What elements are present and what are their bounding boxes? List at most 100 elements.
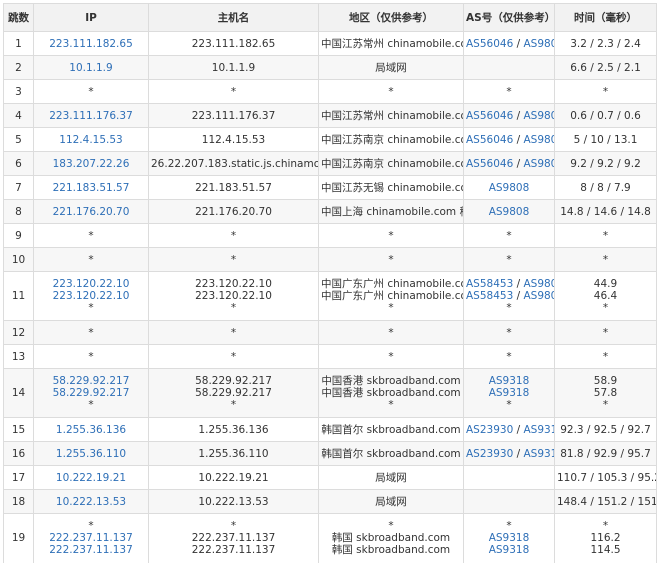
as-cell: AS56046 / AS9808	[463, 151, 555, 176]
as-link[interactable]: AS23930	[466, 424, 513, 436]
latency-cell: 0.6 / 0.7 / 0.6	[554, 103, 657, 128]
as-link[interactable]: AS9808	[523, 158, 553, 170]
ip-link[interactable]: 221.176.20.70	[36, 206, 146, 218]
as-link[interactable]: AS56046	[466, 158, 513, 170]
as-link[interactable]: AS56046	[466, 38, 513, 50]
latency-cell: 58.9 57.8 *	[554, 368, 657, 418]
table-row: 8 221.176.20.70 221.176.20.70 中国上海 chinamob…	[3, 199, 657, 224]
as-link[interactable]: AS58453	[466, 278, 513, 290]
as-line: AS9808	[466, 182, 552, 194]
as-link[interactable]: AS9318	[489, 532, 530, 544]
hop-cell: 18	[3, 489, 34, 514]
ip-link[interactable]: 183.207.22.26	[36, 158, 146, 170]
as-link[interactable]: AS56046	[466, 134, 513, 146]
ip-link[interactable]: 222.237.11.137	[36, 544, 146, 556]
hostname-text: 223.111.176.37	[191, 109, 276, 122]
geo-text: *	[388, 520, 394, 533]
ip-link[interactable]: 223.111.176.37	[36, 110, 146, 122]
as-link[interactable]: AS23930	[466, 448, 513, 460]
latency-text: *	[602, 253, 609, 266]
latency-cell: *	[554, 344, 657, 369]
as-cell: AS58453 / AS9808AS58453 / AS9808*	[463, 271, 555, 321]
latency-text: 114.5	[590, 544, 621, 557]
as-cell: *	[463, 247, 555, 272]
hop-cell: 16	[3, 441, 34, 466]
as-line: AS56046 / AS9808	[466, 109, 554, 122]
ip-link[interactable]: 223.120.22.10	[36, 290, 146, 302]
latency-cell: 3.2 / 2.3 / 2.4	[554, 31, 657, 56]
ip-link[interactable]: 112.4.15.53	[36, 134, 146, 146]
hop-cell: 12	[3, 320, 34, 345]
hostname-cell: 10.222.13.53	[148, 489, 319, 514]
geo-text: *	[388, 399, 394, 411]
as-line: *	[466, 351, 552, 363]
as-link[interactable]: AS9808	[523, 278, 553, 290]
latency-cell: 92.3 / 92.5 / 92.7	[554, 417, 657, 442]
ip-link[interactable]: 223.111.182.65	[36, 38, 146, 50]
as-link[interactable]: AS9808	[523, 290, 553, 302]
geo-text: 中国香港 skbroadband.com	[321, 387, 461, 399]
ip-text: *	[88, 229, 94, 242]
hostname-text: 223.120.22.10	[195, 278, 272, 290]
hostname-cell: *	[148, 344, 319, 369]
geo-cell: 中国江苏南京 chinamobile.com 移动	[318, 151, 464, 176]
as-link[interactable]: AS56046	[466, 110, 513, 122]
as-link[interactable]: AS9318	[489, 544, 530, 556]
header-geo: 地区（仅供参考）	[318, 3, 464, 32]
as-link[interactable]: AS58453	[466, 290, 513, 302]
table-row: 5 112.4.15.53 112.4.15.53 中国江苏南京 chinamobil…	[3, 127, 657, 152]
as-line: AS9318	[466, 544, 552, 556]
hostname-cell: *	[148, 79, 319, 104]
geo-text: *	[388, 302, 394, 314]
as-cell	[463, 55, 555, 80]
as-cell: * AS9318 AS9318	[463, 513, 555, 563]
as-link[interactable]: AS9318	[523, 448, 553, 460]
table-row: 14 58.229.92.217 58.229.92.217 * 58.229.92.2…	[3, 368, 657, 418]
ip-link[interactable]: 58.229.92.217	[36, 387, 146, 399]
as-link[interactable]: AS9808	[523, 134, 553, 146]
geo-text: 中国广东广州 chinamobile.com 移动	[321, 290, 463, 302]
hostname-text: *	[230, 229, 237, 242]
hostname-text: 222.237.11.137	[191, 544, 276, 557]
as-link[interactable]: AS9318	[489, 387, 530, 399]
as-line: AS9318	[466, 375, 552, 387]
ip-link[interactable]: 222.237.11.137	[36, 532, 146, 544]
latency-text: 6.6 / 2.5 / 2.1	[570, 61, 641, 74]
ip-cell: 223.111.176.37	[33, 103, 149, 128]
latency-cell: 110.7 / 105.3 / 95.2	[554, 465, 657, 490]
as-line: AS9318	[466, 387, 552, 399]
ip-link[interactable]: 223.120.22.10	[36, 278, 146, 290]
as-separator: /	[513, 423, 524, 436]
ip-link[interactable]: 10.222.19.21	[36, 472, 146, 484]
as-link[interactable]: AS9808	[523, 110, 553, 122]
as-link[interactable]: AS9808	[523, 38, 553, 50]
ip-link[interactable]: 1.255.36.110	[36, 448, 146, 460]
header-hop: 跳数	[3, 3, 34, 32]
as-link[interactable]: AS9808	[489, 206, 530, 218]
ip-link[interactable]: 10.1.1.9	[36, 62, 146, 74]
as-separator: /	[513, 109, 524, 122]
as-link[interactable]: AS9318	[489, 375, 530, 387]
hop-cell: 11	[3, 271, 34, 321]
geo-text: 韩国 skbroadband.com	[331, 532, 451, 545]
ip-cell: *	[33, 223, 149, 248]
geo-text: 中国江苏常州 chinamobile.com 移动	[321, 109, 463, 122]
as-text: *	[506, 229, 512, 242]
ip-link[interactable]: 58.229.92.217	[36, 375, 146, 387]
as-separator: /	[513, 447, 524, 460]
as-text: *	[506, 253, 512, 266]
ip-text: *	[88, 85, 94, 98]
geo-cell: 局域网	[318, 489, 464, 514]
ip-link[interactable]: 221.183.51.57	[36, 182, 146, 194]
ip-link[interactable]: 1.255.36.136	[36, 424, 146, 436]
latency-cell: 8 / 8 / 7.9	[554, 175, 657, 200]
as-link[interactable]: AS9808	[489, 182, 530, 194]
as-link[interactable]: AS9318	[523, 424, 553, 436]
latency-text: 44.9	[593, 278, 618, 290]
as-cell: AS56046 / AS9808	[463, 31, 555, 56]
geo-text: 中国上海 chinamobile.com 移动	[321, 205, 463, 218]
as-cell: *	[463, 223, 555, 248]
ip-link[interactable]: 10.222.13.53	[36, 496, 146, 508]
ip-cell: * 222.237.11.137 222.237.11.137	[33, 513, 149, 563]
geo-text: *	[388, 229, 394, 242]
